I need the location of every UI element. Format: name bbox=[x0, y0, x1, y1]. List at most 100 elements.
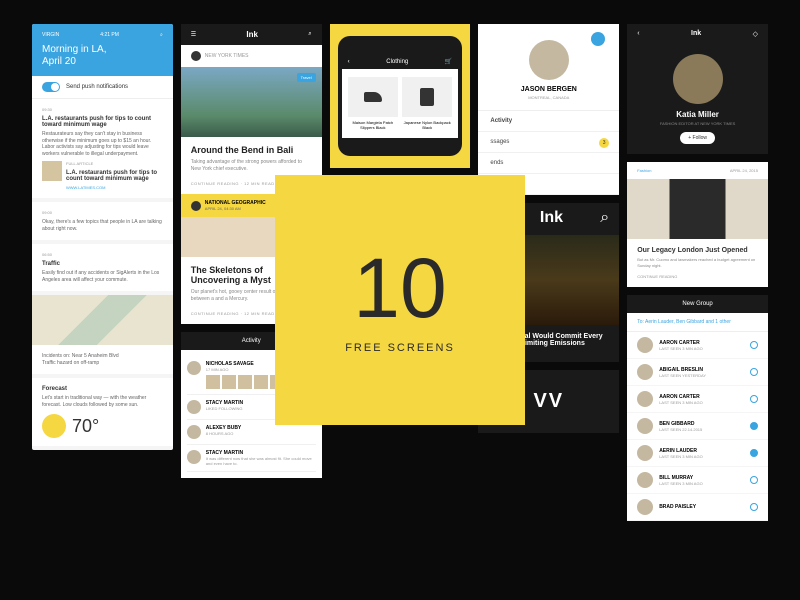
feed-time: 8 HOURS AGO bbox=[206, 431, 316, 436]
screen-katia-profile: ‹Ink◇ Katia Miller FASHION EDITOR AT NEW… bbox=[627, 24, 768, 154]
ink-logo: Ink bbox=[246, 30, 258, 39]
incidents-text: Incidents on: Near 5 Anaheim Blvd Traffi… bbox=[42, 353, 163, 366]
contact-row[interactable]: BILL MURRAYLAST SEEN 3 MIN AGO bbox=[627, 467, 768, 494]
screen-legacy-article: Fashion APRIL 24, 2015 Our Legacy London … bbox=[627, 162, 768, 287]
screen-profile: JASON BERGEN MONTREAL, CANADA Activityss… bbox=[478, 24, 619, 195]
promo-number: 10 bbox=[353, 246, 446, 330]
contact-seen: LAST SEEN YESTERDAY bbox=[659, 373, 706, 378]
contact-name: AARON CARTER bbox=[659, 340, 703, 346]
article-thumb bbox=[42, 161, 62, 181]
avatar bbox=[187, 450, 201, 464]
select-indicator[interactable] bbox=[750, 449, 758, 457]
avatar bbox=[637, 472, 653, 488]
promo-label: FREE SCREENS bbox=[345, 342, 455, 354]
ink-logo: Ink bbox=[540, 209, 563, 229]
section-label: 06:50 bbox=[42, 252, 163, 257]
menu-item[interactable]: ends bbox=[478, 153, 619, 174]
traffic-heading: Traffic bbox=[42, 261, 163, 267]
contact-row[interactable]: ABIGAIL BRESLINLAST SEEN YESTERDAY bbox=[627, 359, 768, 386]
contact-row[interactable]: AERIN LAUDERLAST SEEN 3 MIN AGO bbox=[627, 440, 768, 467]
article-excerpt: But as Mr. Cuomo and lawmakers reached a… bbox=[627, 257, 768, 274]
select-indicator[interactable] bbox=[750, 368, 758, 376]
select-indicator[interactable] bbox=[750, 503, 758, 511]
publish-date: APRIL 24, 04:30 AM bbox=[205, 206, 266, 211]
contact-name: BRAD PAISLEY bbox=[659, 504, 696, 510]
avatar bbox=[187, 400, 201, 414]
contact-name: AARON CARTER bbox=[659, 394, 703, 400]
search-icon[interactable]: ⌕ bbox=[600, 209, 609, 229]
full-article-label: FULL ARTICLE bbox=[66, 161, 163, 166]
notification-badge: 3 bbox=[599, 138, 609, 148]
contact-seen: LAST SEEN 3 MIN AGO bbox=[659, 454, 703, 459]
contact-name: AERIN LAUDER bbox=[659, 448, 703, 454]
search-icon[interactable]: ⌕ bbox=[308, 31, 311, 38]
select-indicator[interactable] bbox=[750, 395, 758, 403]
category-badge[interactable]: Travel bbox=[297, 73, 316, 82]
edit-icon[interactable] bbox=[591, 32, 605, 46]
briefing-text: Okay, there's a few topics that people i… bbox=[42, 219, 163, 232]
contact-row[interactable]: BEN GIBBARDLAST SEEN 22.14.2015 bbox=[627, 413, 768, 440]
product-name[interactable]: Japanese Nylon Backpack Black bbox=[402, 120, 452, 130]
screen-title: Activity bbox=[242, 338, 261, 344]
ink-logo: Ink bbox=[691, 30, 701, 38]
profile-subtitle: FASHION EDITOR AT NEW YORK TIMES bbox=[637, 121, 758, 126]
bookmark-icon[interactable]: ◇ bbox=[753, 30, 758, 38]
back-icon[interactable]: ‹ bbox=[637, 30, 639, 38]
article-hero[interactable]: Travel bbox=[181, 67, 322, 137]
article-date: APRIL 24, 2015 bbox=[730, 168, 758, 173]
toggle-label: Send push notifications bbox=[66, 84, 128, 90]
avatar bbox=[637, 445, 653, 461]
status-carrier: VIRGIN bbox=[42, 32, 59, 38]
feed-time: It was different now that she was almost… bbox=[206, 456, 316, 466]
article-title[interactable]: Our Legacy London Just Opened bbox=[627, 239, 768, 257]
select-indicator[interactable] bbox=[750, 476, 758, 484]
publisher-icon bbox=[191, 51, 201, 61]
avatar bbox=[187, 361, 201, 375]
publisher-name: NEW YORK TIMES bbox=[205, 53, 249, 59]
contact-row[interactable]: BRAD PAISLEY bbox=[627, 494, 768, 521]
avatar bbox=[637, 391, 653, 407]
avatar bbox=[637, 337, 653, 353]
article-hero[interactable] bbox=[627, 179, 768, 239]
contact-row[interactable]: AARON CARTERLAST SEEN 3 MIN AGO bbox=[627, 332, 768, 359]
screen-title: New Group bbox=[682, 301, 712, 307]
select-indicator[interactable] bbox=[750, 341, 758, 349]
sun-icon bbox=[42, 414, 66, 438]
product-image[interactable] bbox=[364, 92, 382, 102]
category-link[interactable]: Fashion bbox=[637, 168, 651, 173]
sub-headline[interactable]: L.A. restaurants push for tips to count … bbox=[66, 170, 163, 182]
select-indicator[interactable] bbox=[750, 422, 758, 430]
contact-row[interactable]: AARON CARTERLAST SEEN 3 MIN AGO bbox=[627, 386, 768, 413]
feed-item[interactable]: STACY MARTINIt was different now that sh… bbox=[187, 445, 316, 472]
news-source[interactable]: WWW.LATIMES.COM bbox=[66, 185, 163, 190]
screen-new-group: New Group To: Aerin Lauder, Ben Gibbard … bbox=[627, 295, 768, 521]
briefing-time: 09:00 bbox=[42, 210, 163, 215]
search-icon[interactable]: ⌕ bbox=[160, 32, 163, 38]
forecast-text: Let's start in traditional way — with th… bbox=[42, 395, 163, 408]
product-image[interactable] bbox=[420, 88, 434, 106]
continue-reading[interactable]: CONTINUE READING bbox=[627, 274, 768, 287]
menu-icon[interactable]: ☰ bbox=[191, 31, 196, 38]
article-title[interactable]: Around the Bend in Bali bbox=[181, 137, 322, 159]
profile-location: MONTREAL, CANADA bbox=[488, 95, 609, 100]
contact-name: ABIGAIL BRESLIN bbox=[659, 367, 706, 373]
menu-item[interactable]: Activity bbox=[478, 111, 619, 132]
follow-button[interactable]: + Follow bbox=[680, 132, 715, 144]
menu-item[interactable]: ssages3 bbox=[478, 132, 619, 153]
product-name[interactable]: Maison Margiela Patch Slippers Black bbox=[348, 120, 398, 130]
contact-seen: LAST SEEN 3 MIN AGO bbox=[659, 481, 703, 486]
avatar bbox=[637, 418, 653, 434]
recipients[interactable]: Aerin Lauder, Ben Gibbard and 1 other bbox=[645, 319, 731, 325]
status-time: 4:21 PM bbox=[100, 32, 119, 38]
push-toggle[interactable] bbox=[42, 82, 60, 92]
avatar bbox=[637, 364, 653, 380]
cart-icon[interactable]: 🛒 bbox=[445, 58, 452, 65]
screen-clothing: ‹Clothing🛒 Maison Margiela Patch Slipper… bbox=[330, 24, 471, 168]
avatar[interactable] bbox=[673, 54, 723, 104]
screen-la-morning: VIRGIN4:21 PM⌕ Morning in LA, April 20 S… bbox=[32, 24, 173, 450]
back-icon[interactable]: ‹ bbox=[348, 59, 350, 65]
promo-overlay: 10 FREE SCREENS bbox=[275, 175, 525, 425]
avatar[interactable] bbox=[529, 40, 569, 80]
traffic-map[interactable] bbox=[32, 295, 173, 345]
avatar bbox=[187, 425, 201, 439]
